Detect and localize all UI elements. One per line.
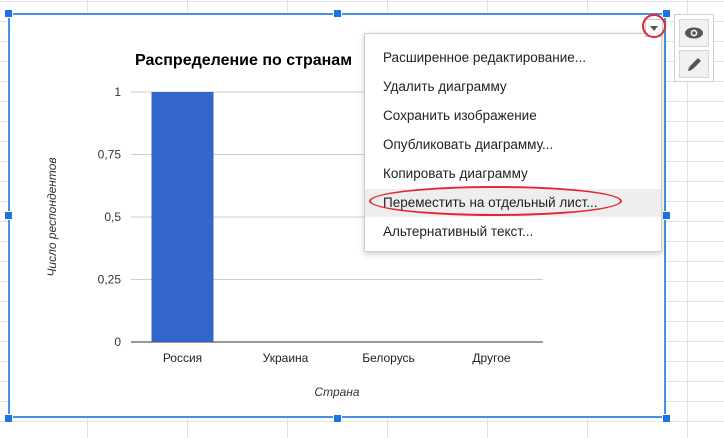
menu-item[interactable]: Копировать диаграмму bbox=[365, 160, 661, 188]
menu-item[interactable]: Опубликовать диаграмму... bbox=[365, 131, 661, 159]
y-tick-label: 0,25 bbox=[98, 273, 122, 287]
chart-context-menu: Расширенное редактирование... Удалить диа… bbox=[364, 33, 662, 252]
x-tick-label: Украина bbox=[263, 351, 309, 365]
eye-icon bbox=[685, 27, 703, 39]
x-tick-label: Другое bbox=[472, 351, 510, 365]
menu-item[interactable]: Альтернативный текст... bbox=[365, 218, 661, 246]
x-tick-label: Белорусь bbox=[362, 351, 415, 365]
x-tick-label: Россия bbox=[163, 351, 202, 365]
menu-item[interactable]: Удалить диаграмму bbox=[365, 73, 661, 101]
menu-item[interactable]: Сохранить изображение bbox=[365, 102, 661, 130]
y-tick-label: 0 bbox=[114, 335, 121, 349]
bar bbox=[151, 92, 214, 342]
view-button[interactable] bbox=[679, 19, 709, 47]
y-tick-label: 1 bbox=[114, 85, 121, 99]
y-axis-label: Число респондентов bbox=[45, 157, 59, 276]
y-tick-label: 0,5 bbox=[104, 210, 121, 224]
edit-button[interactable] bbox=[679, 50, 709, 78]
chart-side-panel bbox=[674, 14, 714, 82]
y-tick-label: 0,75 bbox=[98, 148, 122, 162]
x-axis-label: Страна bbox=[314, 385, 359, 399]
menu-button-annotation-circle bbox=[642, 14, 666, 38]
highlight-annotation-circle bbox=[369, 186, 622, 216]
pencil-icon bbox=[688, 58, 701, 71]
menu-item[interactable]: Расширенное редактирование... bbox=[365, 44, 661, 72]
